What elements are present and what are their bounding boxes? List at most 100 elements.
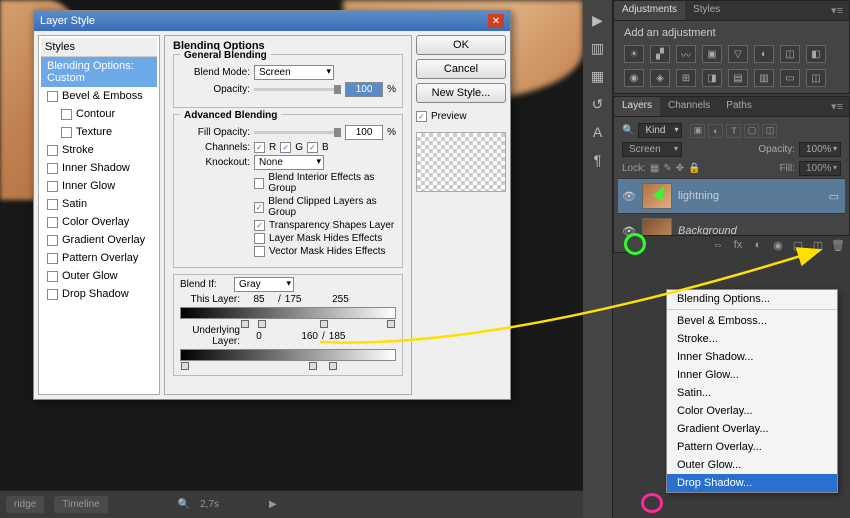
play-icon[interactable]: ▶ <box>588 10 608 30</box>
group-icon[interactable]: ▢ <box>790 239 806 252</box>
ctx-blending-options[interactable]: Blending Options... <box>667 290 837 310</box>
styles-item-gradient-overlay[interactable]: Gradient Overlay <box>41 231 157 249</box>
checkbox-icon[interactable] <box>47 91 58 102</box>
checkbox-icon[interactable] <box>47 235 58 246</box>
history-icon[interactable]: ↺ <box>588 94 608 114</box>
close-icon[interactable]: ✕ <box>488 14 504 28</box>
swatches-icon[interactable]: ▦ <box>588 66 608 86</box>
link-icon[interactable]: ⇔ <box>710 239 726 252</box>
vector-mask-hides-checkbox[interactable] <box>254 246 265 257</box>
tab-adjustments[interactable]: Adjustments <box>614 1 685 20</box>
blend-clipped-checkbox[interactable]: ✓ <box>254 202 264 213</box>
cancel-button[interactable]: Cancel <box>416 59 506 79</box>
gradient-marker[interactable] <box>329 362 337 370</box>
styles-item-color-overlay[interactable]: Color Overlay <box>41 213 157 231</box>
delete-icon[interactable]: 🗑 <box>830 239 846 252</box>
adjustment-icon[interactable]: ◉ <box>770 239 786 252</box>
magnify-icon[interactable]: 🔍 <box>178 499 190 510</box>
gradient-marker[interactable] <box>258 320 266 328</box>
styles-item-outer-glow[interactable]: Outer Glow <box>41 267 157 285</box>
checkbox-icon[interactable] <box>61 127 72 138</box>
blend-mode-select[interactable]: Screen <box>254 65 334 80</box>
preview-checkbox[interactable]: ✓ <box>416 111 427 122</box>
checkbox-icon[interactable] <box>47 217 58 228</box>
lock-all-icon[interactable]: 🔒 <box>688 163 700 174</box>
ctx-inner-glow[interactable]: Inner Glow... <box>667 366 837 384</box>
visibility-icon[interactable]: 👁 <box>622 224 636 238</box>
fill-value[interactable]: 100% <box>799 161 841 176</box>
opacity-input[interactable]: 100 <box>345 82 383 97</box>
ctx-outer-glow[interactable]: Outer Glow... <box>667 456 837 474</box>
gradient-map-icon[interactable]: ▭ <box>780 69 800 87</box>
filter-adjust-icon[interactable]: ◐ <box>708 124 723 138</box>
channel-g-checkbox[interactable]: ✓ <box>280 142 291 153</box>
layer-name[interactable]: lightning <box>678 190 719 202</box>
opacity-value[interactable]: 100% <box>799 142 841 157</box>
styles-item-satin[interactable]: Satin <box>41 195 157 213</box>
checkbox-icon[interactable] <box>47 181 58 192</box>
filter-shape-icon[interactable]: ▢ <box>744 124 759 138</box>
filter-pixel-icon[interactable]: ▣ <box>690 124 705 138</box>
tab-channels[interactable]: Channels <box>660 97 718 116</box>
ctx-stroke[interactable]: Stroke... <box>667 330 837 348</box>
vibrance-icon[interactable]: ▽ <box>728 45 748 63</box>
ctx-satin[interactable]: Satin... <box>667 384 837 402</box>
exposure-icon[interactable]: ▣ <box>702 45 722 63</box>
fill-opacity-slider[interactable] <box>254 131 341 134</box>
gradient-marker[interactable] <box>387 320 395 328</box>
channel-b-checkbox[interactable]: ✓ <box>307 142 318 153</box>
balance-icon[interactable]: ◫ <box>780 45 800 63</box>
channel-r-checkbox[interactable]: ✓ <box>254 142 265 153</box>
styles-header[interactable]: Styles <box>41 38 157 57</box>
checkbox-icon[interactable] <box>47 253 58 264</box>
threshold-icon[interactable]: ▥ <box>754 69 774 87</box>
filter-type-icon[interactable]: T <box>726 124 741 138</box>
levels-icon[interactable]: ▞ <box>650 45 670 63</box>
this-layer-gradient[interactable] <box>180 307 396 319</box>
ok-button[interactable]: OK <box>416 35 506 55</box>
panel-menu-icon[interactable]: ▾≡ <box>825 97 849 116</box>
tab-paths[interactable]: Paths <box>718 97 760 116</box>
styles-item-inner-shadow[interactable]: Inner Shadow <box>41 159 157 177</box>
lookup-icon[interactable]: ⊞ <box>676 69 696 87</box>
type-icon[interactable]: A <box>588 122 608 142</box>
checkbox-icon[interactable] <box>61 109 72 120</box>
mask-icon[interactable]: ◐ <box>750 239 766 252</box>
knockout-select[interactable]: None <box>254 155 324 170</box>
tab-timeline[interactable]: Timeline <box>54 496 107 513</box>
ctx-pattern-overlay[interactable]: Pattern Overlay... <box>667 438 837 456</box>
curves-icon[interactable]: 〰 <box>676 45 696 63</box>
invert-icon[interactable]: ◨ <box>702 69 722 87</box>
histogram-icon[interactable]: ▥ <box>588 38 608 58</box>
layer-lightning[interactable]: 👁 lightning ▭ <box>618 178 845 213</box>
checkbox-icon[interactable] <box>47 199 58 210</box>
checkbox-icon[interactable] <box>47 145 58 156</box>
ctx-gradient-overlay[interactable]: Gradient Overlay... <box>667 420 837 438</box>
gradient-marker[interactable] <box>241 320 249 328</box>
gradient-marker[interactable] <box>309 362 317 370</box>
play-icon[interactable]: ▶ <box>269 499 277 510</box>
styles-item-bevel[interactable]: Bevel & Emboss <box>41 87 157 105</box>
gradient-marker[interactable] <box>320 320 328 328</box>
ctx-color-overlay[interactable]: Color Overlay... <box>667 402 837 420</box>
lock-transparency-icon[interactable]: ▦ <box>650 163 659 174</box>
new-layer-icon[interactable]: ◫ <box>810 239 826 252</box>
gradient-marker[interactable] <box>181 362 189 370</box>
styles-item-pattern-overlay[interactable]: Pattern Overlay <box>41 249 157 267</box>
fx-icon[interactable]: ▭ <box>829 190 839 203</box>
opacity-slider[interactable] <box>254 88 341 91</box>
brightness-icon[interactable]: ☀ <box>624 45 644 63</box>
lock-position-icon[interactable]: ✥ <box>676 163 684 174</box>
blend-mode-select[interactable]: Screen <box>622 142 682 157</box>
styles-item-contour[interactable]: Contour <box>41 105 157 123</box>
photo-filter-icon[interactable]: ◉ <box>624 69 644 87</box>
bw-icon[interactable]: ◧ <box>806 45 826 63</box>
posterize-icon[interactable]: ▤ <box>728 69 748 87</box>
blend-if-select[interactable]: Gray <box>234 277 294 292</box>
styles-item-inner-glow[interactable]: Inner Glow <box>41 177 157 195</box>
checkbox-icon[interactable] <box>47 289 58 300</box>
styles-item-stroke[interactable]: Stroke <box>41 141 157 159</box>
visibility-icon[interactable]: 👁 <box>622 189 636 203</box>
blend-interior-checkbox[interactable] <box>254 178 264 189</box>
styles-item-texture[interactable]: Texture <box>41 123 157 141</box>
